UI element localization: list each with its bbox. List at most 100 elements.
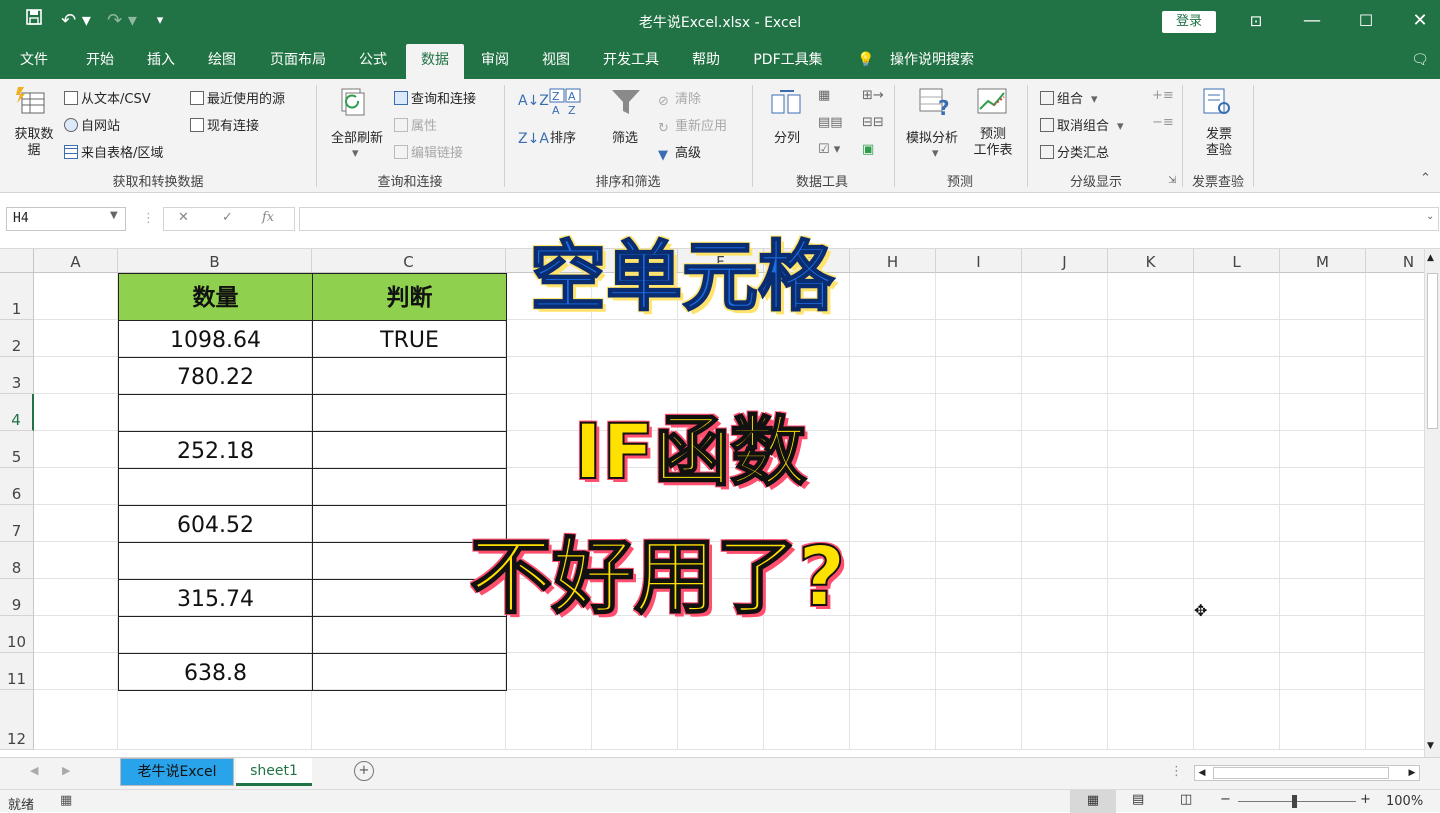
grid-cell[interactable] [936, 394, 1022, 431]
grid-cell[interactable] [1280, 468, 1366, 505]
tab-file[interactable]: 文件 [14, 50, 54, 79]
tab-pdf-tools[interactable]: PDF工具集 [748, 50, 828, 79]
grid-cell[interactable] [936, 542, 1022, 579]
row-header[interactable]: 9 [0, 579, 34, 616]
grid-cell[interactable] [506, 690, 592, 750]
column-header[interactable]: H [850, 249, 936, 273]
properties-button[interactable]: 属性 [394, 115, 437, 134]
row-header[interactable]: 7 [0, 505, 34, 542]
advanced-filter-button[interactable]: ▼ 高级 [658, 142, 701, 163]
grid-cell[interactable] [850, 394, 936, 431]
table-header-judgement[interactable]: 判断 [312, 273, 507, 321]
column-header[interactable]: A [34, 249, 118, 273]
grid-cell[interactable] [1366, 653, 1424, 690]
grid-cell[interactable] [936, 357, 1022, 394]
grid-cell[interactable] [506, 653, 592, 690]
judgement-cell[interactable] [312, 653, 507, 691]
remove-duplicates-icon[interactable]: ▤▤ [818, 115, 843, 130]
login-button[interactable]: 登录 [1162, 11, 1216, 33]
ribbon-display-icon[interactable]: ⊡ [1244, 8, 1268, 34]
grid-cell[interactable] [1022, 579, 1108, 616]
grid-cell[interactable] [1366, 505, 1424, 542]
grid-cell[interactable] [678, 357, 764, 394]
grid-cell[interactable] [850, 616, 936, 653]
grid-cell[interactable] [1194, 320, 1280, 357]
grid-cell[interactable] [1022, 273, 1108, 320]
existing-connections-button[interactable]: 现有连接 [190, 115, 259, 134]
from-web-button[interactable]: 自网站 [64, 115, 120, 134]
sort-az-icon[interactable]: A↓Z [518, 93, 549, 109]
formula-input[interactable] [299, 207, 1439, 231]
row-header[interactable]: 5 [0, 431, 34, 468]
invoice-check-button[interactable]: 发票 查验 [1196, 127, 1242, 159]
refresh-dropdown-icon[interactable]: ▾ [352, 146, 359, 161]
grid-cell[interactable] [1194, 690, 1280, 750]
scroll-right-icon[interactable]: ▶ [1405, 766, 1419, 780]
zoom-in-icon[interactable]: + [1360, 792, 1371, 807]
quantity-cell[interactable] [118, 394, 313, 432]
grid-cell[interactable] [1108, 542, 1194, 579]
grid-cell[interactable] [764, 690, 850, 750]
quantity-cell[interactable]: 1098.64 [118, 320, 313, 358]
quantity-cell[interactable]: 780.22 [118, 357, 313, 395]
grid-cell[interactable] [1280, 690, 1366, 750]
clear-filter-button[interactable]: ⊘ 清除 [658, 88, 701, 109]
queries-connections-button[interactable]: 查询和连接 [394, 88, 476, 107]
tab-page-layout[interactable]: 页面布局 [262, 50, 334, 79]
grid-cell[interactable] [1194, 357, 1280, 394]
worksheet-grid[interactable]: ABCDEFGHIJKLMNO123456789101112数量判断1098.6… [0, 249, 1424, 757]
grid-cell[interactable] [34, 542, 118, 579]
select-all-corner[interactable] [0, 249, 34, 273]
grid-cell[interactable] [850, 320, 936, 357]
row-header[interactable]: 4 [0, 394, 34, 431]
tab-view[interactable]: 视图 [536, 50, 576, 79]
grid-cell[interactable] [1194, 273, 1280, 320]
forecast-sheet-button[interactable]: 预测 工作表 [970, 127, 1016, 159]
grid-cell[interactable] [764, 653, 850, 690]
column-header[interactable]: K [1108, 249, 1194, 273]
grid-cell[interactable] [1366, 690, 1424, 750]
grid-cell[interactable] [678, 690, 764, 750]
grid-cell[interactable] [1280, 505, 1366, 542]
grid-cell[interactable] [678, 653, 764, 690]
horizontal-scroll-thumb[interactable] [1213, 767, 1389, 779]
grid-cell[interactable] [936, 505, 1022, 542]
what-if-analysis-button[interactable]: 模拟分析 [906, 127, 958, 146]
row-header[interactable]: 6 [0, 468, 34, 505]
tab-insert[interactable]: 插入 [141, 50, 181, 79]
grid-cell[interactable] [1366, 542, 1424, 579]
grid-cell[interactable] [34, 468, 118, 505]
grid-cell[interactable] [1022, 468, 1108, 505]
consolidate-icon[interactable]: ⊞→ [862, 88, 884, 103]
quantity-cell[interactable]: 315.74 [118, 579, 313, 617]
grid-cell[interactable] [936, 431, 1022, 468]
grid-cell[interactable] [850, 431, 936, 468]
vertical-scrollbar[interactable]: ▲ ▼ [1424, 249, 1440, 757]
grid-cell[interactable] [1108, 653, 1194, 690]
minimize-icon[interactable]: — [1300, 8, 1324, 34]
grid-cell[interactable] [1022, 505, 1108, 542]
page-layout-view-icon[interactable]: ▤ [1132, 792, 1144, 807]
grid-cell[interactable] [678, 320, 764, 357]
row-header[interactable]: 1 [0, 273, 34, 320]
outline-launcher-icon[interactable]: ⇲ [1168, 175, 1176, 186]
scroll-up-icon[interactable]: ▲ [1427, 253, 1434, 263]
add-sheet-icon[interactable]: + [354, 761, 374, 781]
row-header[interactable]: 10 [0, 616, 34, 653]
grid-cell[interactable] [592, 320, 678, 357]
grid-cell[interactable] [1280, 653, 1366, 690]
grid-cell[interactable] [936, 653, 1022, 690]
expand-formula-bar-icon[interactable]: ⌄ [1426, 211, 1434, 222]
judgement-cell[interactable]: TRUE [312, 320, 507, 358]
grid-cell[interactable] [1280, 616, 1366, 653]
grid-cell[interactable] [1280, 579, 1366, 616]
grid-cell[interactable] [1108, 320, 1194, 357]
grid-cell[interactable] [936, 273, 1022, 320]
maximize-icon[interactable]: ☐ [1354, 8, 1378, 34]
refresh-all-button[interactable]: 全部刷新 [328, 127, 386, 146]
grid-cell[interactable] [1108, 273, 1194, 320]
tab-help[interactable]: 帮助 [686, 50, 726, 79]
judgement-cell[interactable] [312, 357, 507, 395]
close-icon[interactable]: ✕ [1408, 8, 1432, 34]
name-box-dropdown-icon[interactable]: ▼ [110, 210, 118, 221]
